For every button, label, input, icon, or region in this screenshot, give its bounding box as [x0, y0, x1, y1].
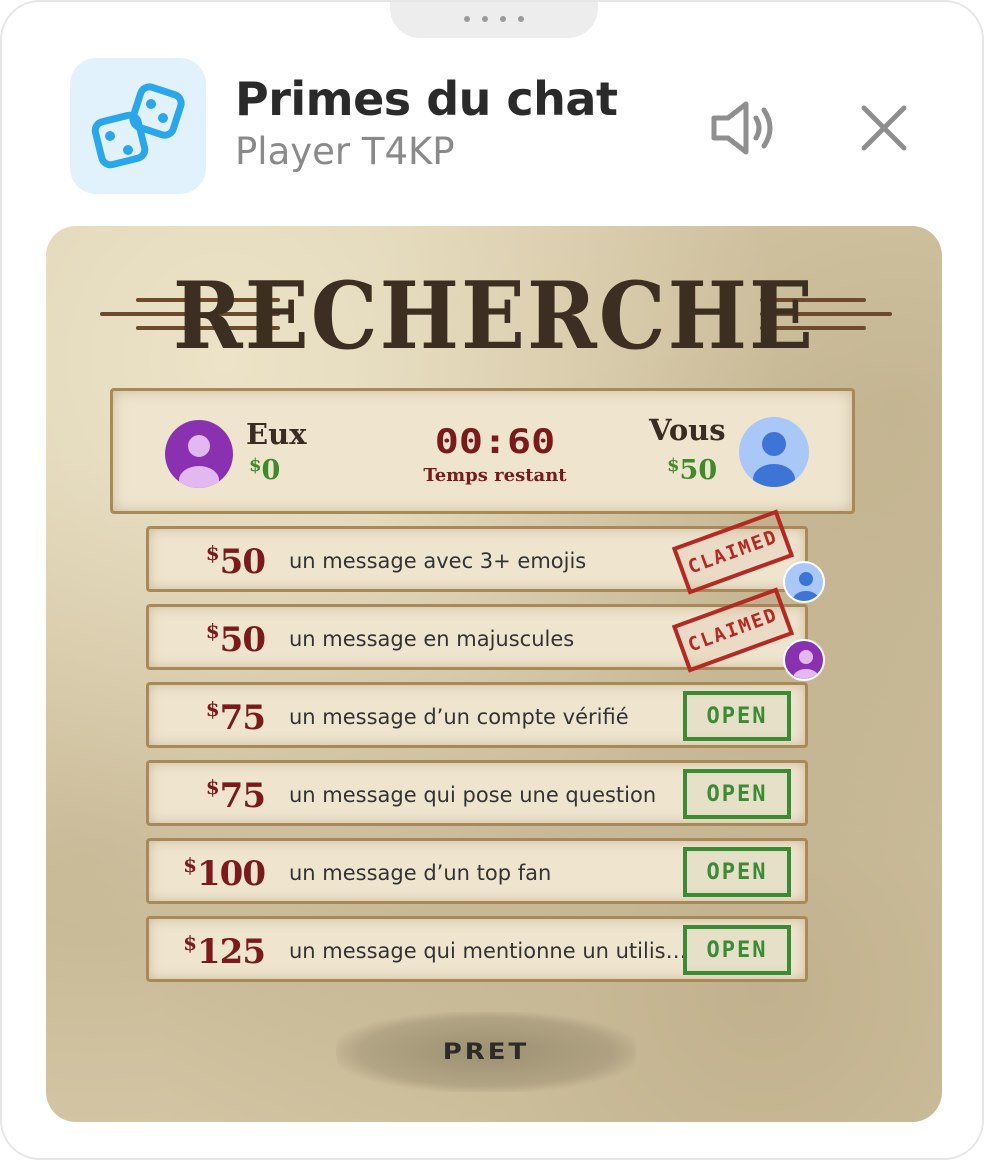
claimer-avatar	[783, 561, 825, 603]
bounty-description: un message d’un top fan	[289, 861, 552, 885]
player-score: $50	[667, 455, 718, 486]
bounty-description: un message qui pose une question	[289, 783, 657, 807]
opponent-name: Eux	[246, 417, 307, 451]
claimed-stamp: CLAIMED	[671, 509, 795, 595]
handle-dot	[500, 16, 506, 22]
timer-label: Temps restant	[423, 465, 567, 486]
bounty-description: un message avec 3+ emojis	[289, 549, 587, 573]
speaker-icon[interactable]	[708, 98, 780, 158]
dice-icon	[70, 58, 206, 194]
bounty-row[interactable]: $100 un message d’un top fan OPEN	[146, 838, 808, 904]
bounty-amount: $50	[205, 619, 266, 660]
handle-dot	[518, 16, 524, 22]
countdown-timer: 00:60	[434, 422, 556, 462]
handle-dot	[482, 16, 488, 22]
bounty-amount: $75	[205, 775, 266, 816]
bounty-row[interactable]: $125 un message qui mentionne un utilis……	[146, 916, 808, 982]
handle-dot	[464, 16, 470, 22]
scoreboard: Eux $0 00:60 Temps restant Vous $50	[110, 388, 855, 514]
player-name-label: Vous	[649, 413, 726, 447]
drag-handle[interactable]	[390, 2, 598, 38]
bounty-amount: $75	[205, 697, 266, 738]
bounty-amount: $50	[205, 541, 266, 582]
bounty-row[interactable]: $50 un message avec 3+ emojis CLAIMED	[146, 509, 825, 603]
bounty-row[interactable]: $50 un message en majuscules CLAIMED	[146, 587, 825, 681]
open-stamp: OPEN	[683, 847, 791, 897]
ready-label: PRET	[442, 1039, 530, 1065]
bounty-row[interactable]: $75 un message d’un compte vérifié OPEN	[146, 682, 808, 748]
poster-title: RECHERCHE	[172, 261, 816, 370]
bounty-amount: $125	[183, 931, 266, 972]
bounty-amount: $100	[183, 853, 266, 894]
open-stamp: OPEN	[683, 925, 791, 975]
app-title: Primes du chat	[235, 72, 618, 126]
ready-button[interactable]: PRET	[336, 1012, 636, 1092]
opponent-avatar	[165, 420, 233, 488]
claimed-stamp: CLAIMED	[671, 587, 795, 673]
bounty-description: un message en majuscules	[289, 627, 575, 651]
wanted-poster: RECHERCHE Eux $0 00:60 Temps restant Vou…	[46, 226, 942, 1122]
close-icon[interactable]	[858, 102, 910, 154]
bounty-description: un message d’un compte vérifié	[289, 705, 629, 729]
bounty-widget-card: Primes du chat Player T4KP RECHERCHE Eux…	[0, 0, 984, 1160]
bounty-description: un message qui mentionne un utilis…	[289, 939, 687, 963]
player-avatar	[739, 417, 809, 487]
bounty-row[interactable]: $75 un message qui pose une question OPE…	[146, 760, 808, 826]
claimer-avatar	[783, 639, 825, 681]
opponent-score: $0	[249, 455, 281, 486]
open-stamp: OPEN	[683, 691, 791, 741]
open-stamp: OPEN	[683, 769, 791, 819]
player-name: Player T4KP	[235, 130, 455, 173]
